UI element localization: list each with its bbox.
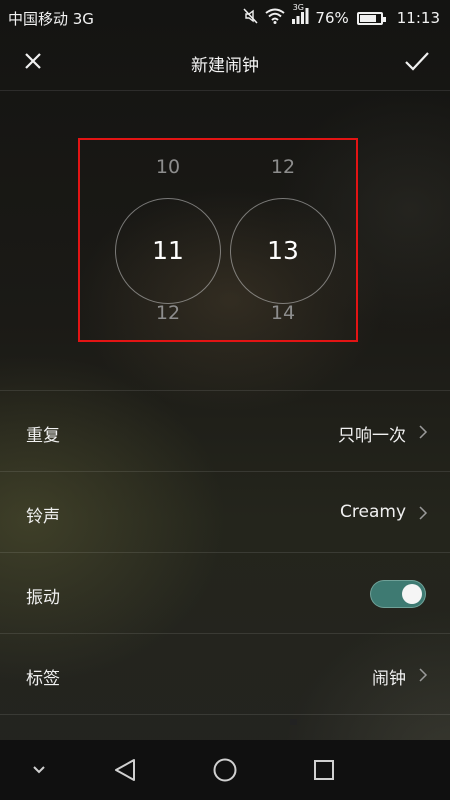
page-title: 新建闹钟 — [191, 56, 259, 76]
minute-prev-value[interactable]: 12 — [230, 156, 336, 178]
ringtone-row[interactable]: 铃声 Creamy — [0, 471, 450, 552]
home-button[interactable] — [207, 752, 243, 788]
toggle-knob — [402, 584, 422, 604]
ringtone-label: 铃声 — [26, 507, 60, 527]
vibrate-toggle[interactable] — [370, 580, 426, 608]
alarm-settings-list: 重复 只响一次 铃声 Creamy 振动 标签 闹钟 — [0, 390, 450, 715]
header-divider — [0, 90, 450, 91]
chevron-right-icon — [419, 668, 428, 682]
status-bar: 中国移动 3G 3G 76% 11:13 — [0, 0, 450, 34]
vibrate-row: 振动 — [0, 552, 450, 633]
tag-label: 标签 — [26, 669, 60, 689]
confirm-button[interactable] — [402, 48, 432, 74]
chevron-right-icon — [419, 506, 428, 520]
scroll-indicator — [290, 719, 297, 725]
repeat-value: 只响一次 — [338, 426, 406, 446]
home-icon — [213, 758, 237, 782]
vibrate-label: 振动 — [26, 588, 60, 608]
wifi-icon — [265, 8, 286, 28]
check-icon — [405, 52, 429, 71]
minute-current-value[interactable]: 13 — [230, 236, 336, 265]
back-button[interactable] — [108, 752, 144, 788]
chevron-down-icon — [33, 766, 45, 774]
battery-icon — [356, 11, 386, 25]
recents-icon — [314, 760, 334, 780]
navigation-bar — [0, 740, 450, 800]
minute-wheel[interactable]: 12 13 14 — [230, 156, 336, 336]
hide-nav-button[interactable] — [24, 752, 54, 788]
tag-value: 闹钟 — [372, 669, 406, 689]
recents-button[interactable] — [306, 752, 342, 788]
ringtone-value: Creamy — [340, 502, 406, 522]
hour-wheel[interactable]: 10 11 12 — [115, 156, 221, 336]
minute-next-value[interactable]: 14 — [230, 302, 336, 324]
hour-next-value[interactable]: 12 — [115, 302, 221, 324]
mute-icon — [243, 8, 259, 28]
repeat-label: 重复 — [26, 426, 60, 446]
battery-level-fill — [359, 14, 377, 22]
chevron-right-icon — [419, 425, 428, 439]
status-time: 11:13 — [396, 9, 440, 27]
back-icon — [115, 759, 135, 781]
top-app-bar: 新建闹钟 — [0, 34, 450, 90]
tag-row[interactable]: 标签 闹钟 — [0, 633, 450, 715]
repeat-row[interactable]: 重复 只响一次 — [0, 390, 450, 471]
signal-icon — [291, 8, 309, 28]
hour-prev-value[interactable]: 10 — [115, 156, 221, 178]
carrier-label: 中国移动 3G — [8, 10, 94, 28]
hour-current-value[interactable]: 11 — [115, 236, 221, 265]
battery-percent: 76% — [315, 9, 349, 27]
